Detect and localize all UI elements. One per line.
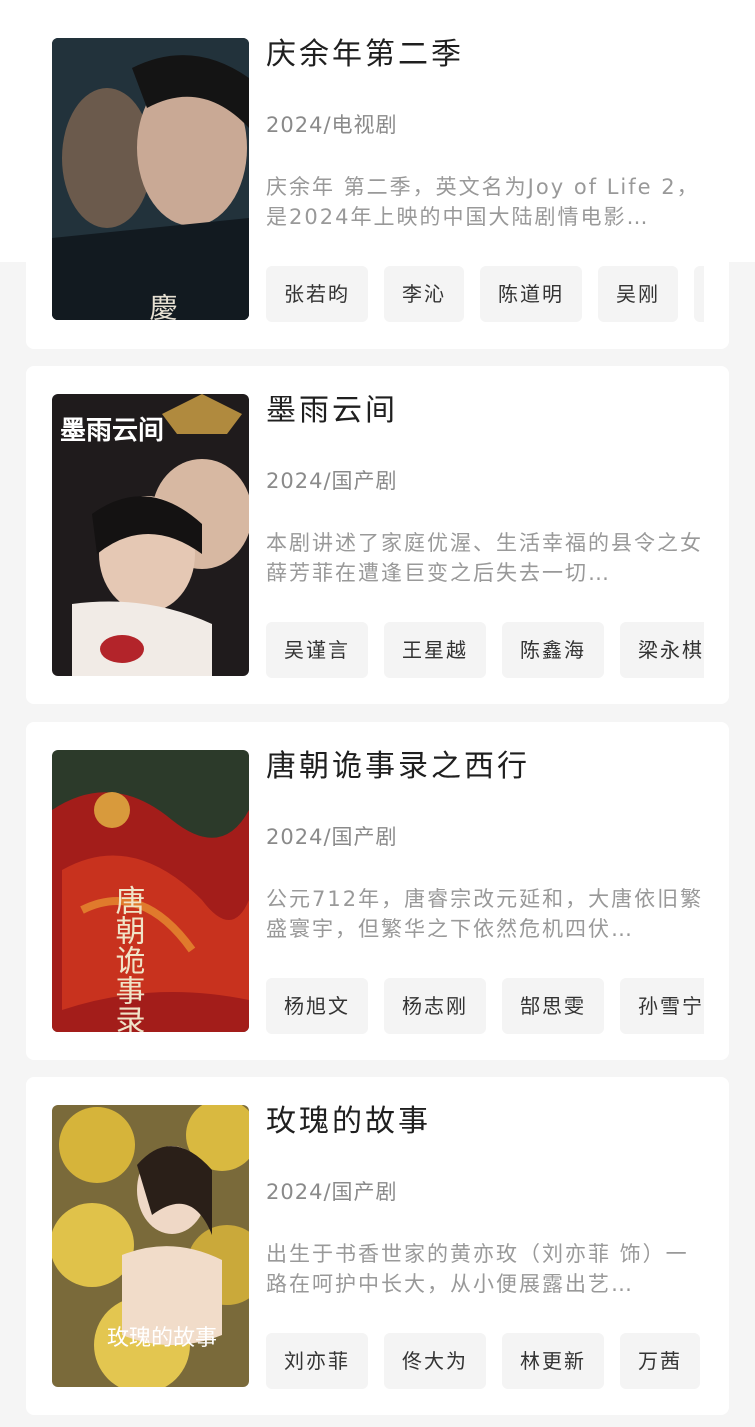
actor-tag[interactable]: 佟大为: [384, 1333, 486, 1389]
poster-title-text: 玫瑰的故事: [107, 1326, 217, 1351]
actor-tag[interactable]: 吴刚: [598, 266, 678, 322]
actor-tags: 刘亦菲 佟大为 林更新 万茜: [266, 1333, 704, 1389]
poster-title-text: 慶餘年: [146, 293, 179, 320]
actor-tag[interactable]: 孙雪宁: [620, 978, 704, 1034]
actor-tags: 杨旭文 杨志刚 郜思雯 孙雪宁: [266, 978, 704, 1034]
actor-tag[interactable]: 杨旭文: [266, 978, 368, 1034]
drama-title[interactable]: 庆余年第二季: [266, 38, 704, 72]
poster-title-text: 墨雨云间: [60, 416, 164, 446]
actor-tag[interactable]: 郜思雯: [502, 978, 604, 1034]
actor-tag[interactable]: 万茜: [620, 1333, 700, 1389]
drama-meta: 2024/国产剧: [266, 469, 398, 493]
actor-tag[interactable]: 张若昀: [266, 266, 368, 322]
drama-title[interactable]: 玫瑰的故事: [266, 1105, 704, 1139]
actor-tag[interactable]: 田雨: [694, 266, 704, 322]
drama-description: 庆余年 第二季，英文名为Joy of Life 2，是2024年上映的中国大陆剧…: [266, 175, 700, 229]
drama-card[interactable]: 唐朝诡事录 唐朝诡事录之西行 2024/国产剧 公元712年，唐睿宗改元延和，大…: [26, 722, 729, 1060]
drama-meta: 2024/国产剧: [266, 1180, 398, 1204]
poster-image[interactable]: 墨雨云间: [52, 394, 249, 676]
drama-title[interactable]: 墨雨云间: [266, 394, 704, 428]
actor-tag[interactable]: 王星越: [384, 622, 486, 678]
drama-card[interactable]: 玫瑰的故事 玫瑰的故事 2024/国产剧 出生于书香世家的黄亦玫（刘亦菲 饰）一…: [26, 1077, 729, 1415]
poster-image[interactable]: 玫瑰的故事: [52, 1105, 249, 1387]
actor-tag[interactable]: 梁永棋: [620, 622, 704, 678]
drama-title[interactable]: 唐朝诡事录之西行: [266, 750, 704, 784]
actor-tag[interactable]: 陈道明: [480, 266, 582, 322]
actor-tag[interactable]: 林更新: [502, 1333, 604, 1389]
poster-image[interactable]: 慶餘年: [52, 38, 249, 320]
actor-tags: 吴谨言 王星越 陈鑫海 梁永棋: [266, 622, 704, 678]
drama-meta: 2024/国产剧: [266, 825, 398, 849]
actor-tag[interactable]: 刘亦菲: [266, 1333, 368, 1389]
drama-description: 公元712年，唐睿宗改元延和，大唐依旧繁盛寰宇，但繁华之下依然危机四伏…: [266, 887, 704, 941]
poster-image[interactable]: 唐朝诡事录: [52, 750, 249, 1032]
drama-description: 本剧讲述了家庭优渥、生活幸福的县令之女薛芳菲在遭逢巨变之后失去一切…: [266, 531, 703, 585]
actor-tag[interactable]: 李沁: [384, 266, 464, 322]
actor-tags: 张若昀李沁陈道明吴刚田雨: [266, 266, 704, 322]
drama-meta: 2024/电视剧: [266, 113, 398, 137]
drama-description: 出生于书香世家的黄亦玫（刘亦菲 饰）一路在呵护中长大，从小便展露出艺…: [266, 1242, 689, 1296]
poster-title-text: 唐朝诡事录: [110, 885, 146, 1032]
actor-tag[interactable]: 陈鑫海: [502, 622, 604, 678]
drama-card[interactable]: 墨雨云间 墨雨云间 2024/国产剧 本剧讲述了家庭优渥、生活幸福的县令之女薛芳…: [26, 366, 729, 704]
actor-tag[interactable]: 杨志刚: [384, 978, 486, 1034]
drama-card[interactable]: 慶餘年 庆余年第二季 2024/电视剧 庆余年 第二季，英文名为Joy of L…: [26, 10, 729, 349]
actor-tag[interactable]: 吴谨言: [266, 622, 368, 678]
